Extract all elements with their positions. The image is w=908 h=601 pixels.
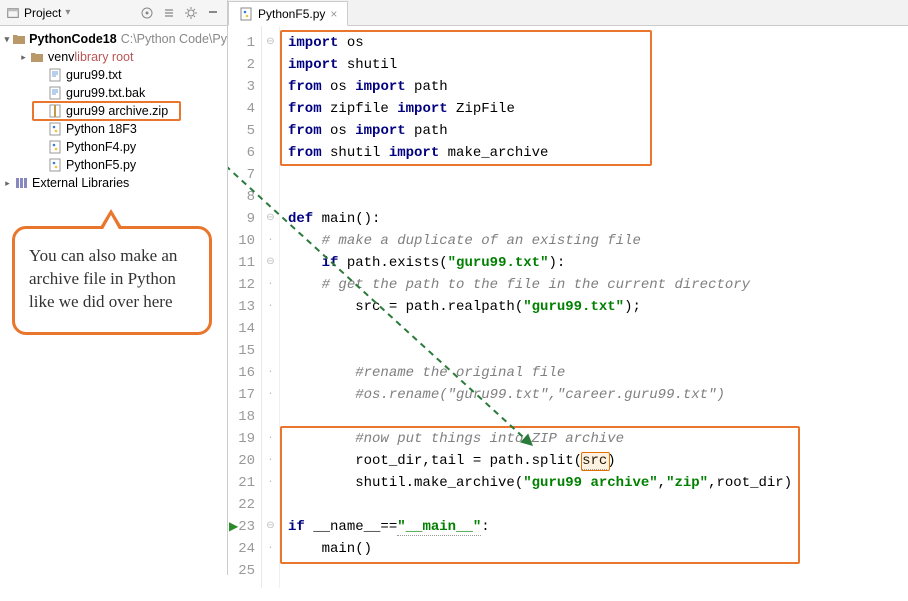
library-icon: [13, 176, 29, 190]
target-icon[interactable]: [139, 5, 155, 21]
code-line[interactable]: [288, 164, 792, 186]
code-line[interactable]: #rename the original file: [288, 362, 792, 384]
tree-item-label: venv: [48, 50, 74, 64]
folder-icon: [29, 50, 45, 64]
tab-pythonf5[interactable]: PythonF5.py ×: [228, 1, 348, 26]
tree-external-label: External Libraries: [32, 176, 129, 190]
sidebar-header: Project ▾: [0, 0, 227, 26]
chevron-right-icon[interactable]: ▸: [18, 52, 29, 63]
run-marker-icon: ▶: [229, 516, 238, 538]
tree-item[interactable]: guru99.txt: [0, 66, 227, 84]
tree-item-label: PythonF4.py: [66, 140, 136, 154]
project-icon: [6, 6, 20, 20]
code-line[interactable]: [288, 318, 792, 340]
gutter[interactable]: 1234567891011121314151617181920212223▶24…: [228, 26, 262, 588]
code-line[interactable]: import shutil: [288, 54, 792, 76]
fold-toggle[interactable]: ⊖: [262, 252, 279, 274]
fold-column[interactable]: ⊖⊖·⊖·······⊖·: [262, 26, 280, 588]
tree-item[interactable]: PythonF5.py: [0, 156, 227, 174]
code-body[interactable]: import osimport shutilfrom os import pat…: [280, 26, 800, 588]
tree-item[interactable]: guru99 archive.zip: [0, 102, 227, 120]
tree-item[interactable]: guru99.txt.bak: [0, 84, 227, 102]
code-line[interactable]: if __name__=="__main__":: [288, 516, 792, 538]
code-line[interactable]: from os import path: [288, 76, 792, 98]
fold-toggle[interactable]: ⊖: [262, 32, 279, 54]
code-line[interactable]: main(): [288, 538, 792, 560]
annotation-callout: You can also make an archive file in Pyt…: [12, 226, 212, 335]
code-line[interactable]: from os import path: [288, 120, 792, 142]
code-line[interactable]: shutil.make_archive("guru99 archive","zi…: [288, 472, 792, 494]
fold-toggle[interactable]: ⊖: [262, 516, 279, 538]
code-line[interactable]: [288, 186, 792, 208]
fold-toggle[interactable]: ⊖: [262, 208, 279, 230]
folder-icon: [12, 32, 26, 46]
tree-root[interactable]: ▾ PythonCode18 C:\Python Code\Py: [0, 30, 227, 48]
code-line[interactable]: import os: [288, 32, 792, 54]
py-icon: [47, 158, 63, 172]
tree-item-label: PythonF5.py: [66, 158, 136, 172]
txt-icon: [47, 68, 63, 82]
chevron-right-icon[interactable]: ▸: [2, 178, 13, 189]
tab-label: PythonF5.py: [258, 7, 325, 21]
zip-icon: [47, 104, 63, 118]
code-line[interactable]: [288, 340, 792, 362]
tree-item-label: Python 18F3: [66, 122, 137, 136]
tree-item-label: guru99 archive.zip: [66, 104, 168, 118]
editor-area: PythonF5.py × 12345678910111213141516171…: [228, 0, 908, 575]
tree-item-suffix: library root: [74, 50, 133, 64]
collapse-icon[interactable]: [161, 5, 177, 21]
sidebar-title[interactable]: Project ▾: [6, 6, 70, 20]
tree-root-hint: C:\Python Code\Py: [121, 32, 227, 46]
txt-icon: [47, 86, 63, 100]
code-line[interactable]: src = path.realpath("guru99.txt");: [288, 296, 792, 318]
code-line[interactable]: from zipfile import ZipFile: [288, 98, 792, 120]
tree-root-label: PythonCode18: [29, 32, 117, 46]
project-sidebar: Project ▾ ▾ PythonCode18 C:\Python Code\…: [0, 0, 228, 575]
tree-item-label: guru99.txt.bak: [66, 86, 145, 100]
python-file-icon: [239, 7, 253, 21]
code-line[interactable]: # make a duplicate of an existing file: [288, 230, 792, 252]
tree-item-label: guru99.txt: [66, 68, 122, 82]
py-icon: [47, 122, 63, 136]
code-line[interactable]: # get the path to the file in the curren…: [288, 274, 792, 296]
code-line[interactable]: [288, 406, 792, 428]
tree-external-libs[interactable]: ▸ External Libraries: [0, 174, 227, 192]
chevron-down-icon[interactable]: ▾: [2, 34, 12, 45]
py-icon: [47, 140, 63, 154]
tree-item[interactable]: Python 18F3: [0, 120, 227, 138]
code-line[interactable]: if path.exists("guru99.txt"):: [288, 252, 792, 274]
close-icon[interactable]: ×: [330, 7, 337, 21]
code-line[interactable]: #now put things into ZIP archive: [288, 428, 792, 450]
hide-icon[interactable]: [205, 5, 221, 21]
code-line[interactable]: root_dir,tail = path.split(src): [288, 450, 792, 472]
sidebar-title-label: Project: [24, 6, 61, 20]
code-line[interactable]: from shutil import make_archive: [288, 142, 792, 164]
sidebar-toolbar: [139, 5, 221, 21]
code-editor[interactable]: 1234567891011121314151617181920212223▶24…: [228, 26, 908, 588]
code-line[interactable]: def main():: [288, 208, 792, 230]
tree-item[interactable]: ▸ venv library root: [0, 48, 227, 66]
project-tree: ▾ PythonCode18 C:\Python Code\Py ▸ venv l…: [0, 26, 227, 196]
code-line[interactable]: [288, 494, 792, 516]
gear-icon[interactable]: [183, 5, 199, 21]
code-line[interactable]: [288, 560, 792, 582]
tab-bar: PythonF5.py ×: [228, 0, 908, 26]
code-line[interactable]: #os.rename("guru99.txt","career.guru99.t…: [288, 384, 792, 406]
tree-item[interactable]: PythonF4.py: [0, 138, 227, 156]
callout-text: You can also make an archive file in Pyt…: [29, 246, 177, 311]
